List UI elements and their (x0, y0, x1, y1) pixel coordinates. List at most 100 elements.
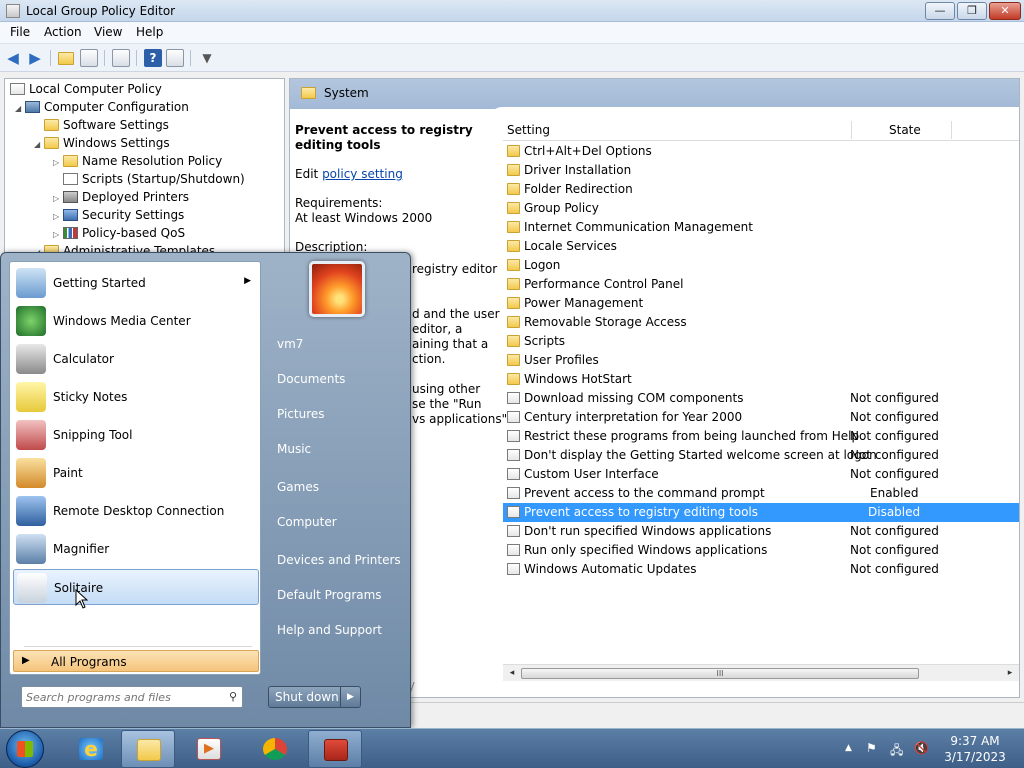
settings-folder-row[interactable]: Driver Installation (503, 161, 1019, 180)
tree-item-software-settings[interactable]: Software Settings (34, 116, 169, 134)
policy-setting-row[interactable]: Prevent access to registry editing tools… (503, 503, 1019, 522)
start-program-windows-media-center[interactable]: Windows Media Center (13, 303, 259, 339)
taskbar-windows-explorer[interactable] (121, 730, 175, 768)
start-right-devices-and-printers[interactable]: Devices and Printers (277, 553, 401, 567)
internet-explorer-icon: e (79, 738, 103, 760)
up-folder-icon[interactable] (58, 52, 74, 65)
close-button[interactable]: ✕ (989, 2, 1021, 20)
start-program-getting-started[interactable]: Getting Started ▶ (13, 265, 259, 301)
setting-name: Scripts (524, 334, 566, 348)
action-center-flag-icon[interactable]: ⚑ (866, 741, 877, 755)
all-programs-button[interactable]: ▶ All Programs (13, 650, 259, 672)
policy-setting-row[interactable]: Download missing COM components Not confi… (503, 389, 1019, 408)
filter-icon[interactable]: ▼ (198, 49, 216, 67)
taskbar-media-player[interactable]: ▶ (182, 730, 236, 768)
menu-file[interactable]: File (10, 25, 30, 39)
start-right-computer[interactable]: Computer (277, 515, 337, 529)
start-right-pictures[interactable]: Pictures (277, 407, 325, 421)
horizontal-scrollbar[interactable]: ◂ III ▸ (503, 664, 1019, 681)
taskbar-gpedit[interactable] (308, 730, 362, 768)
start-program-sticky-notes[interactable]: Sticky Notes (13, 379, 259, 415)
expanded-arrow-icon[interactable]: ◢ (15, 100, 25, 118)
volume-muted-icon[interactable]: 🔇 (914, 741, 929, 755)
properties-icon[interactable] (166, 49, 184, 67)
shut-down-options-arrow-icon[interactable]: ▶ (340, 687, 360, 707)
start-right-music[interactable]: Music (277, 442, 311, 456)
column-setting[interactable]: Setting (507, 123, 550, 137)
menu-help[interactable]: Help (136, 25, 163, 39)
start-program-calculator[interactable]: Calculator (13, 341, 259, 377)
start-right-user[interactable]: vm7 (277, 337, 303, 351)
scroll-thumb[interactable]: III (521, 668, 919, 679)
scroll-right-icon[interactable]: ▸ (1004, 667, 1016, 679)
settings-folder-row[interactable]: Performance Control Panel (503, 275, 1019, 294)
start-program-solitaire[interactable]: Solitaire (13, 569, 259, 605)
tree-item-security-settings[interactable]: ▷ Security Settings (53, 206, 184, 224)
export-list-icon[interactable] (112, 49, 130, 67)
start-right-help-and-support[interactable]: Help and Support (277, 623, 382, 637)
settings-folder-row[interactable]: Folder Redirection (503, 180, 1019, 199)
settings-folder-row[interactable]: Locale Services (503, 237, 1019, 256)
tree-item-local-computer-policy[interactable]: Local Computer Policy (10, 80, 162, 98)
settings-folder-row[interactable]: Power Management (503, 294, 1019, 313)
help-icon[interactable]: ? (144, 49, 162, 67)
policy-setting-row[interactable]: Custom User Interface Not configured (503, 465, 1019, 484)
user-picture[interactable] (309, 261, 365, 317)
settings-folder-row[interactable]: Logon (503, 256, 1019, 275)
search-box[interactable]: ⚲ (21, 686, 243, 708)
tree-item-windows-settings[interactable]: ◢ Windows Settings (34, 134, 170, 152)
show-hide-tree-icon[interactable] (80, 49, 98, 67)
taskbar-internet-explorer[interactable]: e (64, 730, 118, 768)
policy-setting-row[interactable]: Prevent access to the command prompt Enab… (503, 484, 1019, 503)
expanded-arrow-icon[interactable]: ◢ (34, 136, 44, 154)
forward-arrow-icon[interactable]: ▶ (26, 49, 44, 67)
column-divider[interactable] (951, 121, 952, 139)
start-right-default-programs[interactable]: Default Programs (277, 588, 382, 602)
search-icon[interactable]: ⚲ (229, 690, 237, 703)
settings-folder-row[interactable]: Ctrl+Alt+Del Options (503, 142, 1019, 161)
settings-folder-row[interactable]: Internet Communication Management (503, 218, 1019, 237)
shut-down-button[interactable]: Shut down ▶ (268, 686, 361, 708)
maximize-button[interactable]: ❐ (957, 2, 987, 20)
settings-folder-row[interactable]: Removable Storage Access (503, 313, 1019, 332)
column-state[interactable]: State (889, 123, 921, 137)
menu-action[interactable]: Action (44, 25, 82, 39)
setting-name: Century interpretation for Year 2000 (524, 410, 743, 424)
start-orb-icon[interactable] (6, 730, 44, 768)
start-program-label: Windows Media Center (53, 314, 191, 328)
policy-setting-link[interactable]: policy setting (322, 167, 403, 181)
start-right-games[interactable]: Games (277, 480, 319, 494)
tree-item-name-resolution-policy[interactable]: ▷ Name Resolution Policy (53, 152, 222, 170)
clock[interactable]: 9:37 AM 3/17/2023 (940, 733, 1010, 765)
scroll-left-icon[interactable]: ◂ (506, 667, 518, 679)
start-program-magnifier[interactable]: Magnifier (13, 531, 259, 567)
show-hidden-icons-button[interactable]: ▲ (845, 743, 852, 753)
policy-setting-row[interactable]: Restrict these programs from being launc… (503, 427, 1019, 446)
menu-view[interactable]: View (94, 25, 122, 39)
tree-item-computer-configuration[interactable]: ◢ Computer Configuration (15, 98, 189, 116)
tree-item-policy-based-qos[interactable]: ▷ Policy-based QoS (53, 224, 185, 242)
back-arrow-icon[interactable]: ◀ (4, 49, 22, 67)
policy-setting-row[interactable]: Windows Automatic Updates Not configured (503, 560, 1019, 579)
taskbar-chrome[interactable] (248, 730, 302, 768)
policy-setting-row[interactable]: Run only specified Windows applications N… (503, 541, 1019, 560)
column-divider[interactable] (851, 121, 852, 139)
policy-setting-row[interactable]: Century interpretation for Year 2000 Not … (503, 408, 1019, 427)
policy-setting-row[interactable]: Don't display the Getting Started welcom… (503, 446, 1019, 465)
policy-setting-row[interactable]: Don't run specified Windows applications… (503, 522, 1019, 541)
tree-item-deployed-printers[interactable]: ▷ Deployed Printers (53, 188, 189, 206)
settings-folder-row[interactable]: Windows HotStart (503, 370, 1019, 389)
settings-folder-row[interactable]: User Profiles (503, 351, 1019, 370)
settings-folder-row[interactable]: Scripts (503, 332, 1019, 351)
start-right-documents[interactable]: Documents (277, 372, 345, 386)
network-icon[interactable]: 🖧 (890, 741, 903, 762)
start-program-remote-desktop-connection[interactable]: Remote Desktop Connection (13, 493, 259, 529)
title-bar[interactable]: Local Group Policy Editor — ❐ ✕ (0, 0, 1024, 22)
settings-folder-row[interactable]: Group Policy (503, 199, 1019, 218)
tree-item-scripts-startup-shutdown[interactable]: Scripts (Startup/Shutdown) (53, 170, 245, 188)
submenu-arrow-icon[interactable]: ▶ (244, 276, 251, 286)
start-program-snipping-tool[interactable]: Snipping Tool (13, 417, 259, 453)
search-input[interactable] (26, 689, 216, 705)
start-program-paint[interactable]: Paint (13, 455, 259, 491)
minimize-button[interactable]: — (925, 2, 955, 20)
